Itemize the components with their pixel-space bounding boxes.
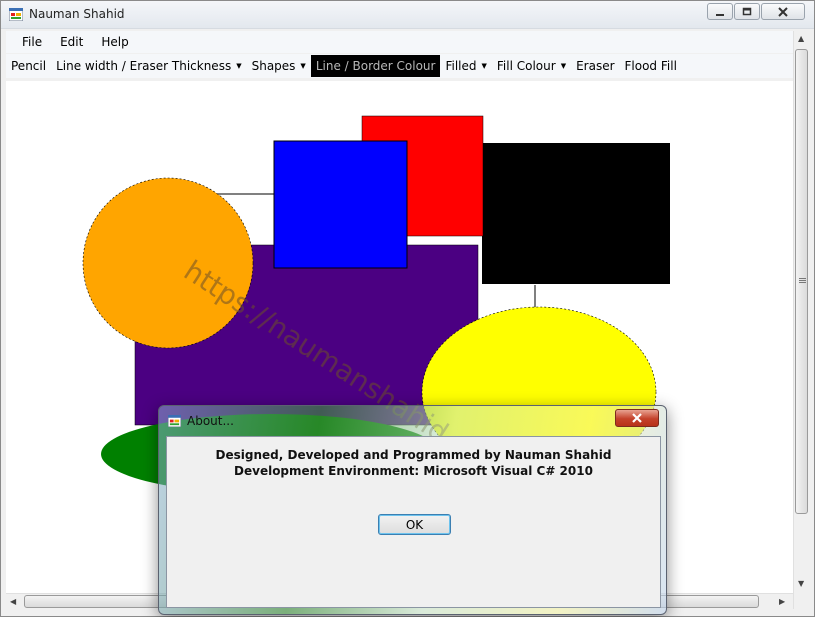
dialog-app-icon	[168, 415, 181, 427]
tool-shapes[interactable]: Shapes ▼	[247, 55, 311, 77]
tool-line-width[interactable]: Line width / Eraser Thickness ▼	[51, 55, 247, 77]
title-bar[interactable]: Nauman Shahid	[1, 1, 814, 29]
scroll-up-icon[interactable]: ▲	[798, 34, 804, 43]
tool-pencil[interactable]: Pencil	[6, 55, 51, 77]
about-credits-text: Designed, Developed and Programmed by Na…	[215, 448, 612, 462]
menu-file[interactable]: File	[6, 31, 51, 53]
dropdown-arrow-icon: ▼	[560, 62, 567, 70]
tool-label: Filled	[445, 59, 477, 73]
tool-label: Line / Border Colour	[315, 59, 436, 73]
tool-label: Pencil	[11, 59, 47, 73]
dropdown-arrow-icon: ▼	[481, 62, 487, 70]
dialog-body: Designed, Developed and Programmed by Na…	[166, 436, 661, 608]
tool-label: Flood Fill	[624, 59, 677, 73]
tool-flood-fill[interactable]: Flood Fill	[620, 55, 682, 77]
maximize-icon	[742, 7, 752, 15]
tool-fill-colour[interactable]: Fill Colour ▼	[492, 55, 571, 77]
tool-label: Line width / Eraser Thickness	[56, 59, 232, 73]
close-icon	[778, 6, 788, 17]
menu-help[interactable]: Help	[92, 31, 137, 53]
grip-line	[799, 282, 806, 283]
tool-label: Eraser	[576, 59, 615, 73]
tool-filled[interactable]: Filled ▼	[440, 55, 491, 77]
app-icon	[9, 8, 23, 21]
about-dialog: About... Designed, Developed and Program…	[158, 405, 667, 615]
grip-line	[799, 278, 806, 279]
about-environment-text: Development Environment: Microsoft Visua…	[234, 464, 593, 478]
scroll-left-icon[interactable]: ◀	[10, 597, 16, 606]
tool-eraser[interactable]: Eraser	[571, 55, 619, 77]
tool-label: Shapes	[251, 59, 296, 73]
tool-label: Fill Colour	[496, 59, 556, 73]
window-title: Nauman Shahid	[29, 7, 125, 21]
dialog-title: About...	[187, 414, 234, 428]
dropdown-arrow-icon: ▼	[300, 62, 306, 70]
dropdown-arrow-icon: ▼	[236, 62, 242, 70]
scroll-right-icon[interactable]: ▶	[779, 597, 785, 606]
menu-bar: File Edit Help	[6, 31, 793, 53]
main-window: Nauman Shahid File Edit Help Pencil Line…	[0, 0, 815, 617]
maximize-button[interactable]	[734, 3, 760, 20]
close-button[interactable]	[761, 3, 805, 20]
tool-line-border-colour[interactable]: Line / Border Colour	[310, 55, 441, 77]
vertical-scrollbar[interactable]: ▲ ▼	[793, 31, 809, 609]
scroll-down-icon[interactable]: ▼	[798, 579, 804, 588]
minimize-icon	[716, 13, 724, 16]
vertical-scroll-thumb[interactable]	[795, 49, 808, 514]
blue-square	[273, 140, 408, 269]
close-icon	[632, 413, 642, 423]
tool-strip: Pencil Line width / Eraser Thickness ▼ Sh…	[6, 54, 793, 78]
orange-circle	[82, 177, 254, 349]
dialog-close-button[interactable]	[615, 409, 659, 427]
menu-edit[interactable]: Edit	[51, 31, 92, 53]
minimize-button[interactable]	[707, 3, 733, 20]
black-rectangle	[482, 143, 670, 284]
ok-button[interactable]: OK	[378, 514, 451, 535]
grip-line	[799, 280, 806, 281]
